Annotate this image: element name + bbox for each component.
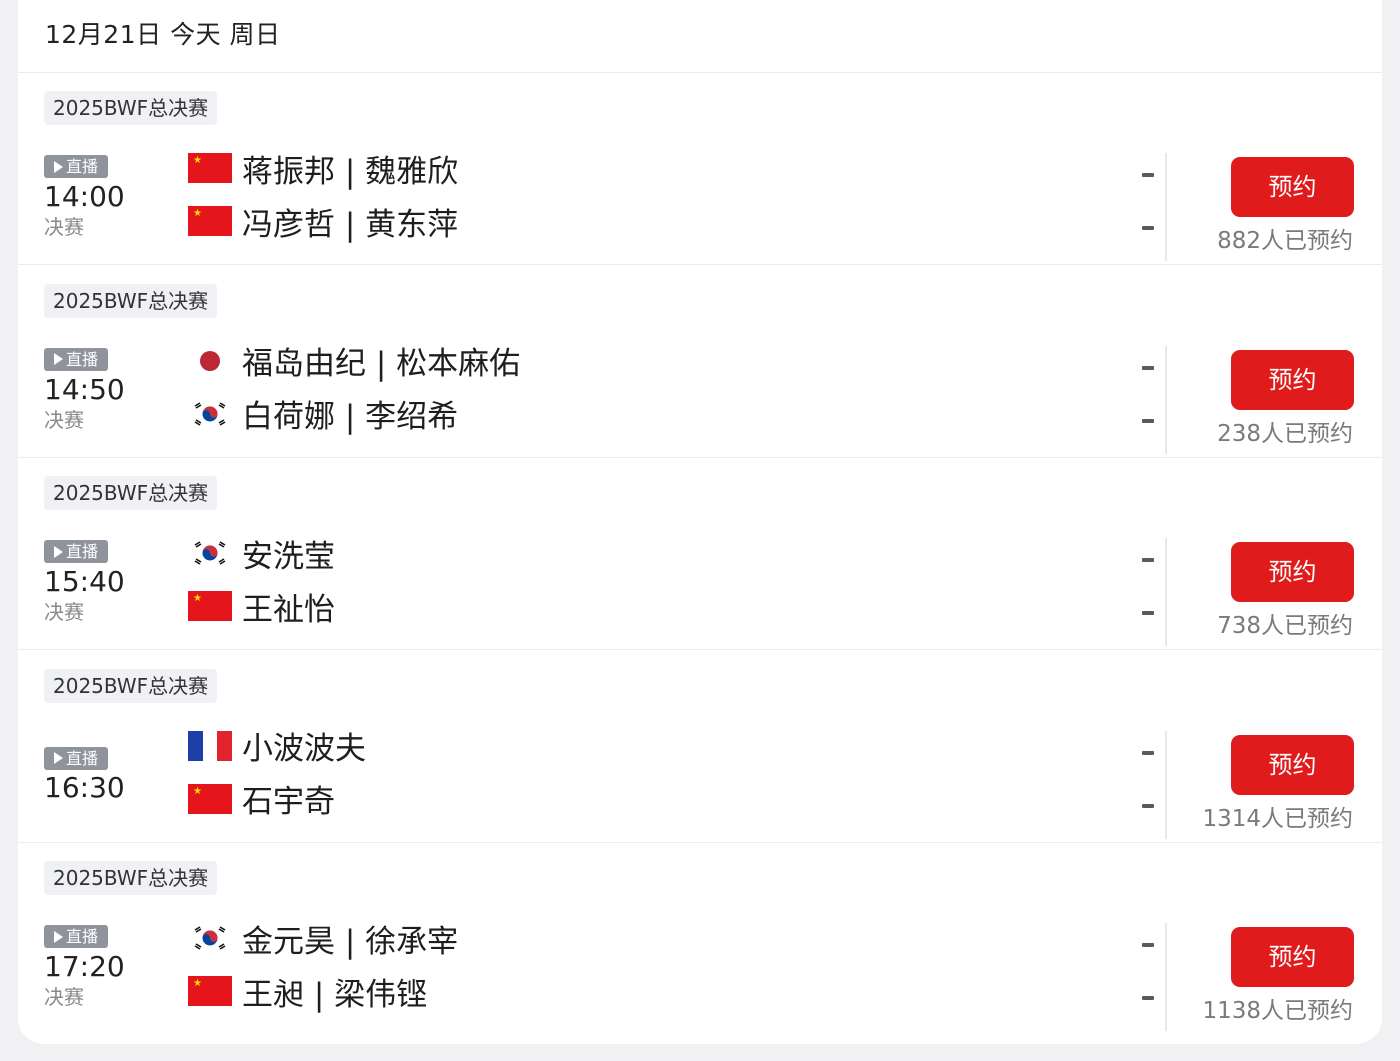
- live-label: 直播: [65, 542, 98, 561]
- reserve-button[interactable]: 预约: [1231, 157, 1354, 217]
- vertical-divider: [1165, 923, 1167, 1031]
- player-row: 安洗莹: [188, 533, 335, 575]
- reserve-button[interactable]: 预约: [1231, 349, 1354, 410]
- reserve-count: 738人已预约: [1217, 613, 1353, 639]
- live-label: 直播: [65, 157, 98, 176]
- player-row: ★ 冯彦哲 | 黄东萍: [188, 201, 459, 243]
- reserve-count: 238人已预约: [1217, 420, 1353, 447]
- player-row: ★ 王祉怡: [188, 586, 335, 628]
- reserve-button[interactable]: 预约: [1231, 734, 1354, 795]
- tournament-tag: 2025BWF总决赛: [44, 91, 218, 125]
- live-label: 直播: [65, 349, 98, 369]
- china-flag-icon: ★: [188, 153, 232, 183]
- reserve-count: 1314人已预约: [1202, 805, 1353, 832]
- player-row: 金元昊 | 徐承宰: [188, 918, 459, 960]
- match-round: 决赛: [44, 600, 84, 624]
- live-label: 直播: [65, 927, 98, 946]
- china-flag-icon: ★: [188, 206, 232, 236]
- play-icon: [53, 160, 63, 173]
- reserve-button[interactable]: 预约: [1231, 542, 1354, 602]
- vertical-divider: [1165, 153, 1167, 261]
- player-name: 安洗莹: [242, 538, 335, 575]
- player-name: 白荷娜 | 李绍希: [242, 399, 459, 435]
- play-icon: [53, 752, 63, 764]
- match-round: 决赛: [44, 985, 84, 1009]
- live-badge: 直播: [44, 155, 108, 178]
- reserve-button[interactable]: 预约: [1231, 927, 1354, 987]
- korea-flag-icon: [188, 538, 232, 568]
- player-name: 石宇奇: [242, 784, 335, 820]
- match-round: 决赛: [44, 407, 84, 432]
- player-row: 福岛由纪 | 松本麻佑: [188, 341, 521, 382]
- player-name: 金元昊 | 徐承宰: [242, 923, 459, 960]
- match-time: 14:50: [44, 372, 125, 406]
- match-time: 17:20: [44, 950, 125, 983]
- score-placeholder: [1142, 943, 1154, 947]
- score-placeholder: [1142, 611, 1154, 615]
- tournament-tag: 2025BWF总决赛: [44, 668, 218, 703]
- china-flag-icon: ★: [188, 976, 232, 1006]
- match-time: 15:40: [44, 565, 125, 598]
- match-item[interactable]: 2025BWF总决赛直播 14:00 决赛 ★ 蒋振邦 | 魏雅欣 ★ 冯彦哲 | 黄东萍 预…: [18, 73, 1382, 265]
- live-badge: 直播: [44, 925, 108, 948]
- live-badge: 直播: [44, 746, 108, 770]
- vertical-divider: [1165, 345, 1167, 454]
- live-badge: 直播: [44, 347, 108, 371]
- china-flag-icon: ★: [188, 783, 232, 814]
- schedule-card: 12月21日 今天 周日 2025BWF总决赛 直播 14:00 决赛 ★ 蒋振邦 | 魏…: [18, 0, 1382, 1044]
- japan-flag-icon: [188, 346, 232, 376]
- tournament-tag: 2025BWF总决赛: [44, 861, 218, 895]
- match-item[interactable]: 2025BWF总决赛直播 14:50 决赛 福岛由纪 | 松本麻佑 白荷娜 | 李绍希 预…: [18, 266, 1382, 458]
- score-placeholder: [1142, 226, 1154, 230]
- tournament-tag: 2025BWF总决赛: [44, 283, 218, 318]
- player-name: 福岛由纪 | 松本麻佑: [242, 346, 521, 382]
- match-item[interactable]: 2025BWF总决赛直播 16:30 小波波夫 ★ 石宇奇 预约 1314人已预约: [18, 651, 1382, 843]
- live-label: 直播: [65, 748, 98, 768]
- live-badge: 直播: [44, 540, 108, 563]
- score-placeholder: [1142, 173, 1154, 177]
- player-name: 冯彦哲 | 黄东萍: [242, 206, 459, 243]
- score-placeholder: [1142, 418, 1154, 423]
- play-icon: [53, 930, 63, 943]
- vertical-divider: [1165, 538, 1167, 646]
- match-time: 16:30: [44, 770, 125, 804]
- vertical-divider: [1165, 730, 1167, 839]
- player-row: 白荷娜 | 李绍希: [188, 394, 459, 435]
- match-item[interactable]: 2025BWF总决赛直播 17:20 决赛 金元昊 | 徐承宰 ★ 王昶 | 梁伟铿 预约 1…: [18, 843, 1382, 1035]
- reserve-count: 1138人已预约: [1202, 998, 1353, 1024]
- date-header: 12月21日 今天 周日: [45, 20, 281, 49]
- player-name: 小波波夫: [242, 731, 366, 767]
- reserve-count: 882人已预约: [1217, 228, 1353, 254]
- match-round: 决赛: [44, 215, 84, 239]
- player-row: 小波波夫: [188, 726, 366, 767]
- player-name: 蒋振邦 | 魏雅欣: [242, 153, 459, 190]
- score-placeholder: [1142, 558, 1154, 562]
- player-name: 王祉怡: [242, 591, 335, 628]
- score-placeholder: [1142, 750, 1154, 755]
- china-flag-icon: ★: [188, 591, 232, 621]
- play-icon: [53, 353, 63, 365]
- korea-flag-icon: [188, 923, 232, 953]
- match-time: 14:00: [44, 180, 125, 213]
- korea-flag-icon: [188, 399, 232, 429]
- player-name: 王昶 | 梁伟铿: [242, 976, 428, 1013]
- score-placeholder: [1142, 996, 1154, 1000]
- player-row: ★ 王昶 | 梁伟铿: [188, 971, 428, 1013]
- match-item[interactable]: 2025BWF总决赛直播 15:40 决赛 安洗莹 ★ 王祉怡 预约 738人已预约: [18, 458, 1382, 650]
- france-flag-icon: [188, 730, 233, 761]
- player-row: ★ 石宇奇: [188, 779, 335, 820]
- player-row: ★ 蒋振邦 | 魏雅欣: [188, 148, 459, 190]
- tournament-tag: 2025BWF总决赛: [44, 476, 218, 510]
- play-icon: [53, 545, 63, 558]
- score-placeholder: [1142, 803, 1154, 808]
- score-placeholder: [1142, 365, 1154, 370]
